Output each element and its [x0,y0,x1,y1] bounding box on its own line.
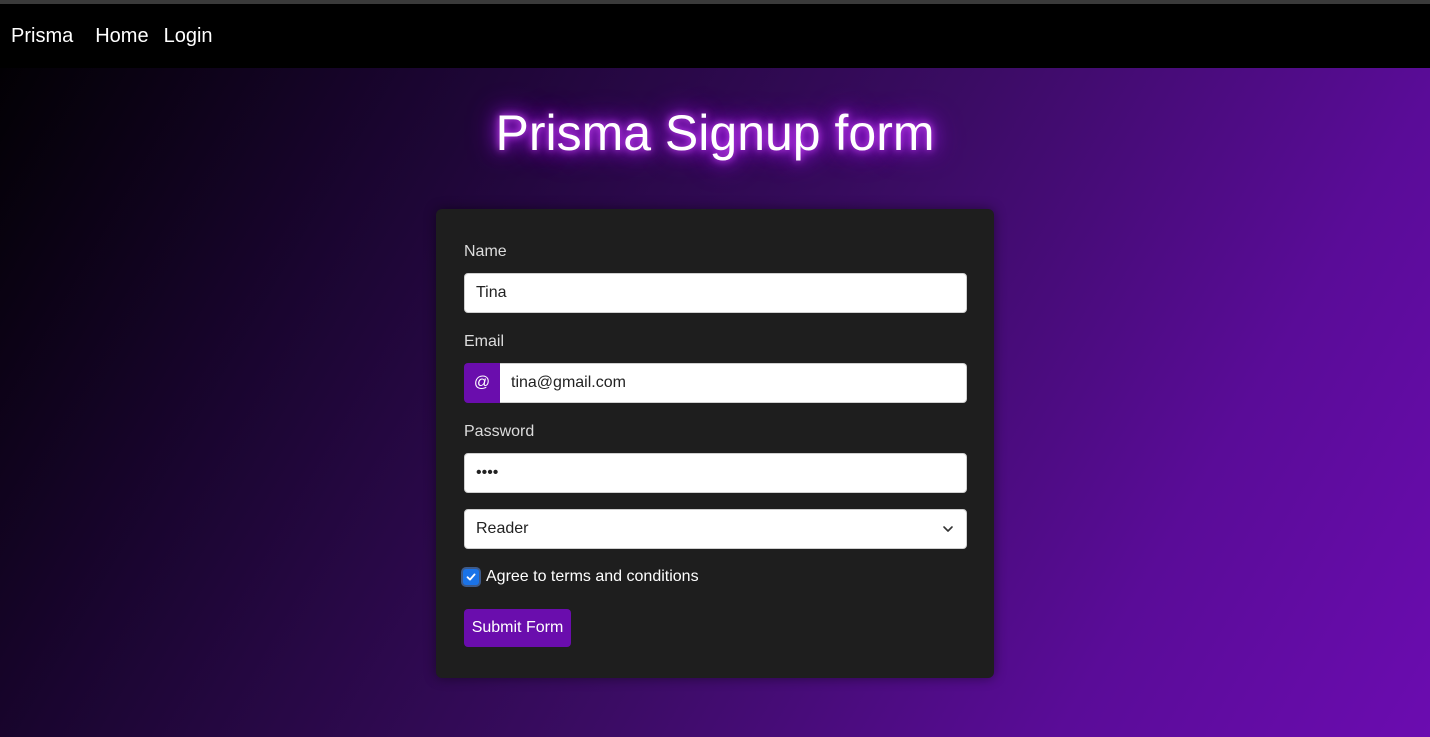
nav-link-home[interactable]: Home [95,25,148,48]
nav-link-login[interactable]: Login [164,25,213,48]
chevron-down-icon [943,526,953,532]
password-label: Password [464,423,535,440]
email-input[interactable] [500,363,967,403]
agree-checkbox[interactable] [463,569,479,585]
agree-label: Agree to terms and conditions [486,568,699,585]
check-icon [466,573,476,581]
at-icon: @ [464,363,500,403]
email-label: Email [464,333,505,350]
page-title: Prisma Signup form [495,105,935,161]
signup-card: Name Email @ Password Reader Agree to te… [436,209,994,678]
name-input[interactable] [464,273,967,313]
nav-brand[interactable]: Prisma [11,25,73,48]
navbar: Prisma Home Login [0,4,1430,68]
role-select[interactable]: Reader [464,509,967,549]
name-label: Name [464,243,507,260]
role-select-value: Reader [476,520,529,537]
submit-button[interactable]: Submit Form [464,609,571,647]
agree-row: Agree to terms and conditions [463,568,699,586]
email-group: @ [464,363,967,403]
password-input[interactable] [464,453,967,493]
